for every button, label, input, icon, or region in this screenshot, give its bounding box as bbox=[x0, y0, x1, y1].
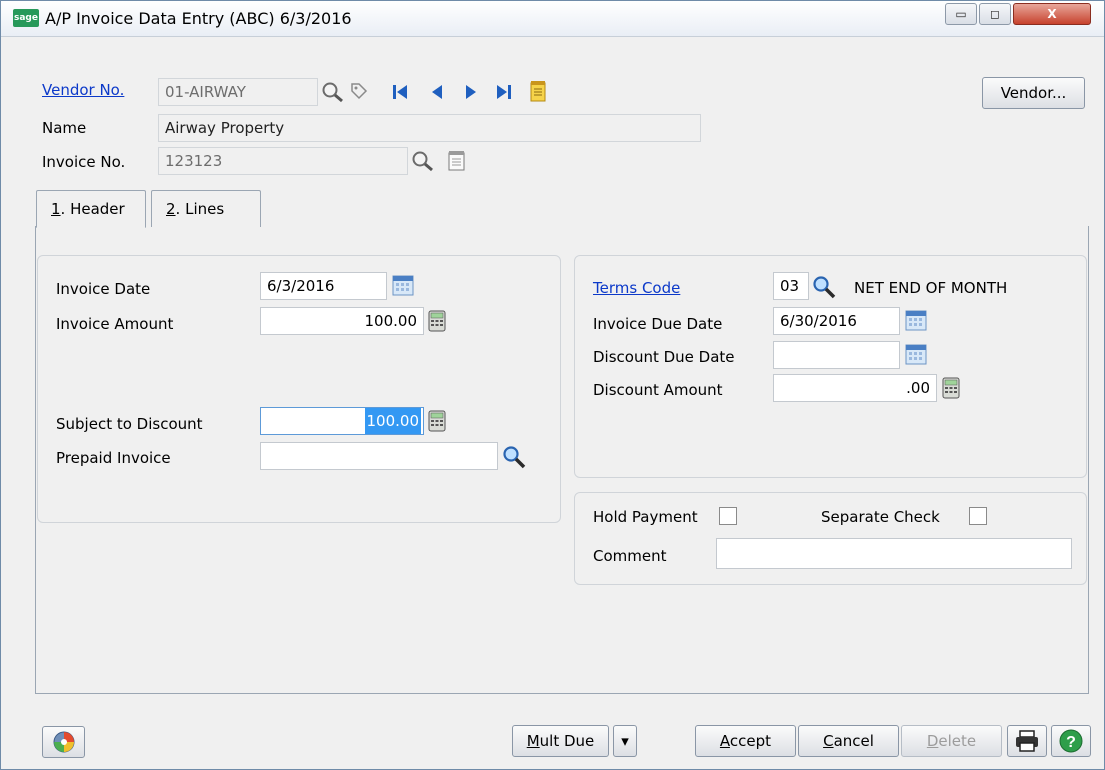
discount-amount-calculator-icon[interactable] bbox=[941, 377, 961, 399]
vendor-no-field[interactable]: 01-AIRWAY bbox=[158, 78, 318, 106]
vendor-name-field: Airway Property bbox=[158, 114, 701, 142]
sage-logo-icon: sage bbox=[13, 9, 39, 27]
accept-button[interactable]: Accept bbox=[695, 725, 796, 757]
mult-due-accel: M bbox=[526, 732, 540, 750]
tab-header-accel: 1 bbox=[51, 200, 61, 218]
separate-check-checkbox[interactable] bbox=[969, 507, 987, 525]
discount-date-calendar-icon[interactable] bbox=[905, 343, 927, 365]
name-label: Name bbox=[42, 119, 87, 137]
invoice-date-calendar-icon[interactable] bbox=[392, 274, 414, 296]
invoice-amount-label: Invoice Amount bbox=[56, 315, 174, 333]
vendor-no-link[interactable]: Vendor No. bbox=[42, 81, 124, 99]
comment-label: Comment bbox=[593, 547, 667, 565]
invoice-entry-window: sage A/P Invoice Data Entry (ABC) 6/3/20… bbox=[0, 0, 1105, 770]
discount-amount-field[interactable]: .00 bbox=[773, 374, 937, 402]
subject-to-discount-value: 100.00 bbox=[364, 408, 421, 434]
window-title: A/P Invoice Data Entry (ABC) 6/3/2016 bbox=[45, 9, 352, 28]
tab-lines[interactable]: 2. Lines bbox=[151, 190, 261, 227]
prepaid-search-icon[interactable] bbox=[501, 444, 527, 470]
tab-lines-label: . Lines bbox=[175, 200, 225, 218]
prepaid-invoice-label: Prepaid Invoice bbox=[56, 449, 171, 467]
invoice-amount-calculator-icon[interactable] bbox=[427, 310, 447, 332]
tab-header[interactable]: 1. Header bbox=[36, 190, 146, 228]
tab-lines-accel: 2 bbox=[166, 200, 176, 218]
last-record-icon[interactable] bbox=[495, 83, 513, 101]
memo-notepad-icon[interactable] bbox=[529, 80, 547, 102]
prepaid-invoice-field[interactable] bbox=[260, 442, 498, 470]
first-record-icon[interactable] bbox=[391, 83, 409, 101]
vendor-button[interactable]: Vendor... bbox=[982, 77, 1085, 109]
subject-to-discount-field[interactable]: 100.00 bbox=[260, 407, 424, 435]
tab-header-label: . Header bbox=[60, 200, 125, 218]
discount-amount-label: Discount Amount bbox=[593, 381, 723, 399]
invoice-due-date-field[interactable]: 6/30/2016 bbox=[773, 307, 900, 335]
close-button[interactable]: X bbox=[1013, 3, 1091, 25]
title-bar: sage A/P Invoice Data Entry (ABC) 6/3/20… bbox=[1, 1, 1104, 37]
hold-payment-checkbox[interactable] bbox=[719, 507, 737, 525]
comment-field[interactable] bbox=[716, 538, 1072, 569]
cancel-label: ancel bbox=[833, 732, 874, 750]
mult-due-label: ult Due bbox=[539, 732, 595, 750]
previous-record-icon[interactable] bbox=[429, 83, 445, 101]
print-button[interactable] bbox=[1007, 725, 1047, 757]
printer-icon bbox=[1016, 730, 1038, 752]
hold-payment-label: Hold Payment bbox=[593, 508, 698, 526]
tag-icon[interactable] bbox=[349, 81, 369, 101]
delete-button[interactable]: Delete bbox=[901, 725, 1002, 757]
delete-label: elete bbox=[938, 732, 977, 750]
mult-due-dropdown-button[interactable]: ▾ bbox=[613, 725, 637, 757]
accept-accel: A bbox=[719, 732, 730, 750]
help-button[interactable]: ? bbox=[1051, 725, 1091, 757]
customizer-button[interactable] bbox=[42, 726, 85, 758]
terms-code-link[interactable]: Terms Code bbox=[593, 279, 680, 297]
separate-check-label: Separate Check bbox=[821, 508, 940, 526]
invoice-notepad-icon[interactable] bbox=[447, 150, 467, 172]
invoice-no-label: Invoice No. bbox=[42, 153, 126, 171]
mult-due-button[interactable]: Mult Due bbox=[512, 725, 609, 757]
accept-label: ccept bbox=[729, 732, 772, 750]
discount-calculator-icon[interactable] bbox=[427, 410, 447, 432]
terms-description: NET END OF MONTH bbox=[854, 279, 1008, 297]
invoice-no-field[interactable]: 123123 bbox=[158, 147, 408, 175]
svg-text:?: ? bbox=[1066, 734, 1076, 751]
cancel-accel: C bbox=[823, 732, 834, 750]
minimize-button[interactable]: ▭ bbox=[945, 3, 977, 25]
invoice-date-label: Invoice Date bbox=[56, 280, 151, 298]
due-date-calendar-icon[interactable] bbox=[905, 309, 927, 331]
delete-accel: D bbox=[926, 732, 939, 750]
invoice-search-icon[interactable] bbox=[411, 150, 435, 172]
next-record-icon[interactable] bbox=[463, 83, 479, 101]
maximize-button[interactable]: ◻ bbox=[979, 3, 1011, 25]
invoice-amount-field[interactable]: 100.00 bbox=[260, 307, 424, 335]
search-icon[interactable] bbox=[321, 81, 345, 103]
invoice-date-field[interactable]: 6/3/2016 bbox=[260, 272, 387, 300]
help-icon: ? bbox=[1059, 729, 1083, 753]
cancel-button[interactable]: Cancel bbox=[798, 725, 899, 757]
terms-code-field[interactable]: 03 bbox=[773, 272, 809, 300]
subject-to-discount-label: Subject to Discount bbox=[56, 415, 203, 433]
customizer-icon bbox=[53, 731, 74, 753]
footer-separator bbox=[35, 693, 1089, 694]
discount-due-date-label: Discount Due Date bbox=[593, 348, 735, 366]
invoice-due-date-label: Invoice Due Date bbox=[593, 315, 723, 333]
terms-search-icon[interactable] bbox=[811, 274, 837, 300]
discount-due-date-field[interactable] bbox=[773, 341, 900, 369]
